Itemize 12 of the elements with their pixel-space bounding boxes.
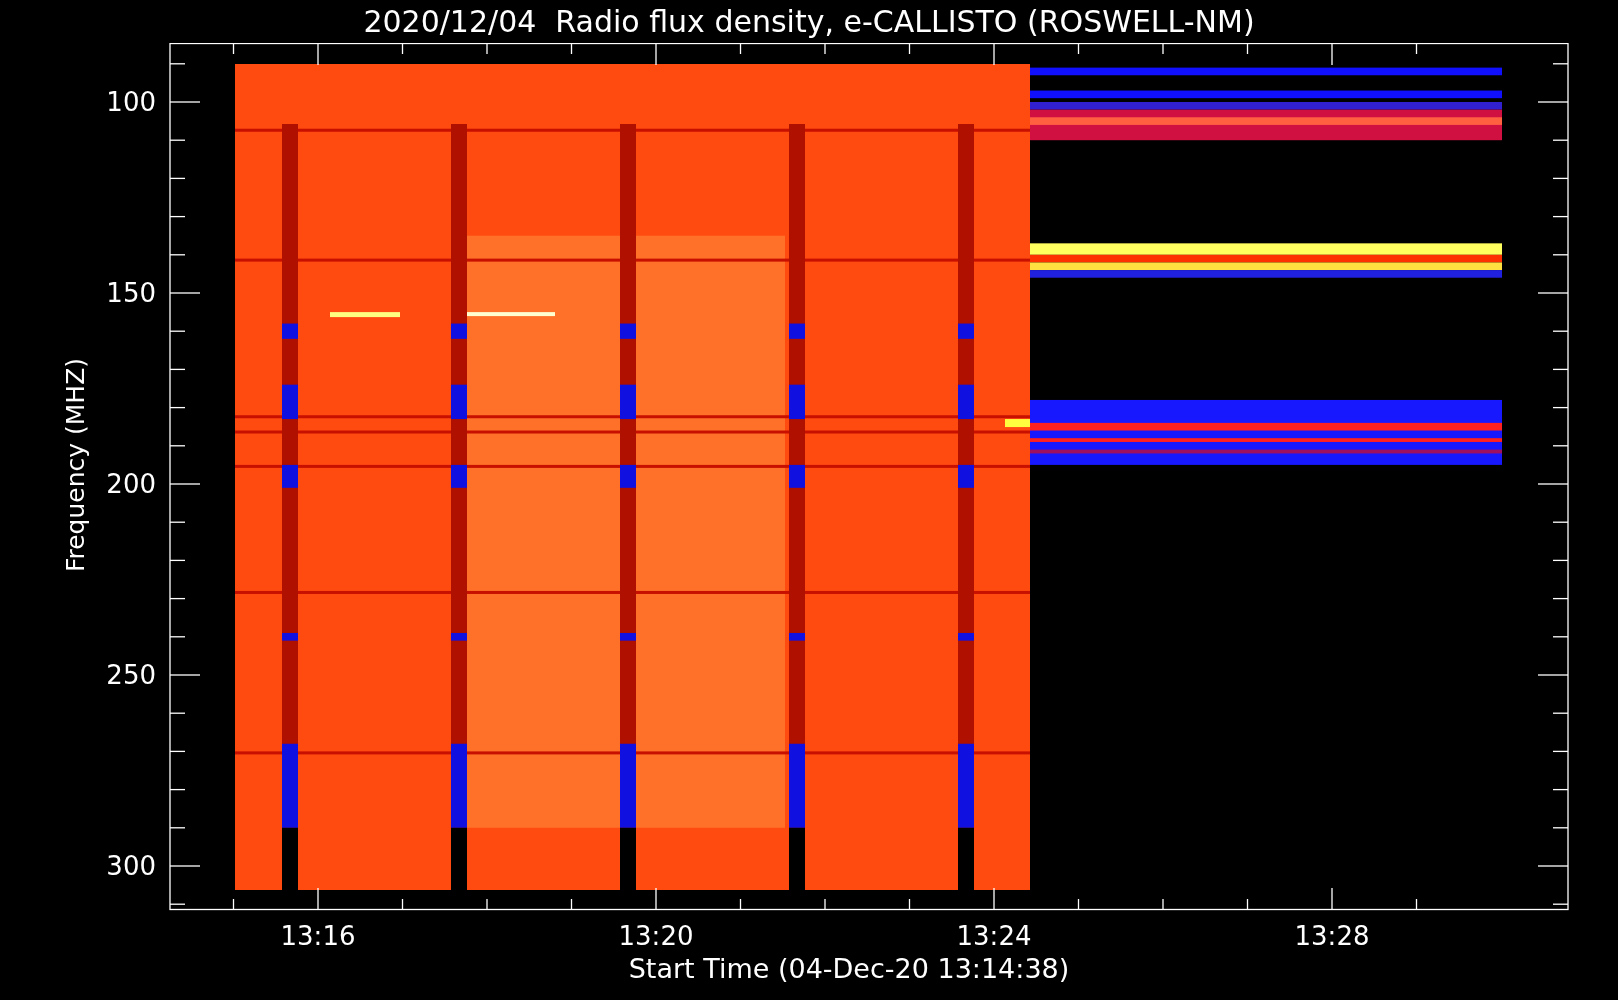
y-tick-label: 150 bbox=[106, 278, 156, 308]
x-tick-label: 13:24 bbox=[956, 921, 1032, 951]
x-tick-label: 13:20 bbox=[618, 921, 694, 951]
y-axis-label: Frequency (MHZ) bbox=[61, 357, 90, 573]
y-tick-label: 300 bbox=[106, 851, 156, 881]
y-tick-label: 250 bbox=[106, 660, 156, 690]
y-tick-label: 200 bbox=[106, 469, 156, 499]
x-axis-label: Start Time (04-Dec-20 13:14:38) bbox=[627, 953, 1071, 984]
x-tick-label: 13:16 bbox=[280, 921, 356, 951]
chart-title: 2020/12/04 Radio flux density, e-CALLISTO (ROSWELL-NM) bbox=[362, 3, 1256, 41]
x-tick-label: 13:28 bbox=[1294, 921, 1370, 951]
y-tick-label: 100 bbox=[106, 87, 156, 117]
